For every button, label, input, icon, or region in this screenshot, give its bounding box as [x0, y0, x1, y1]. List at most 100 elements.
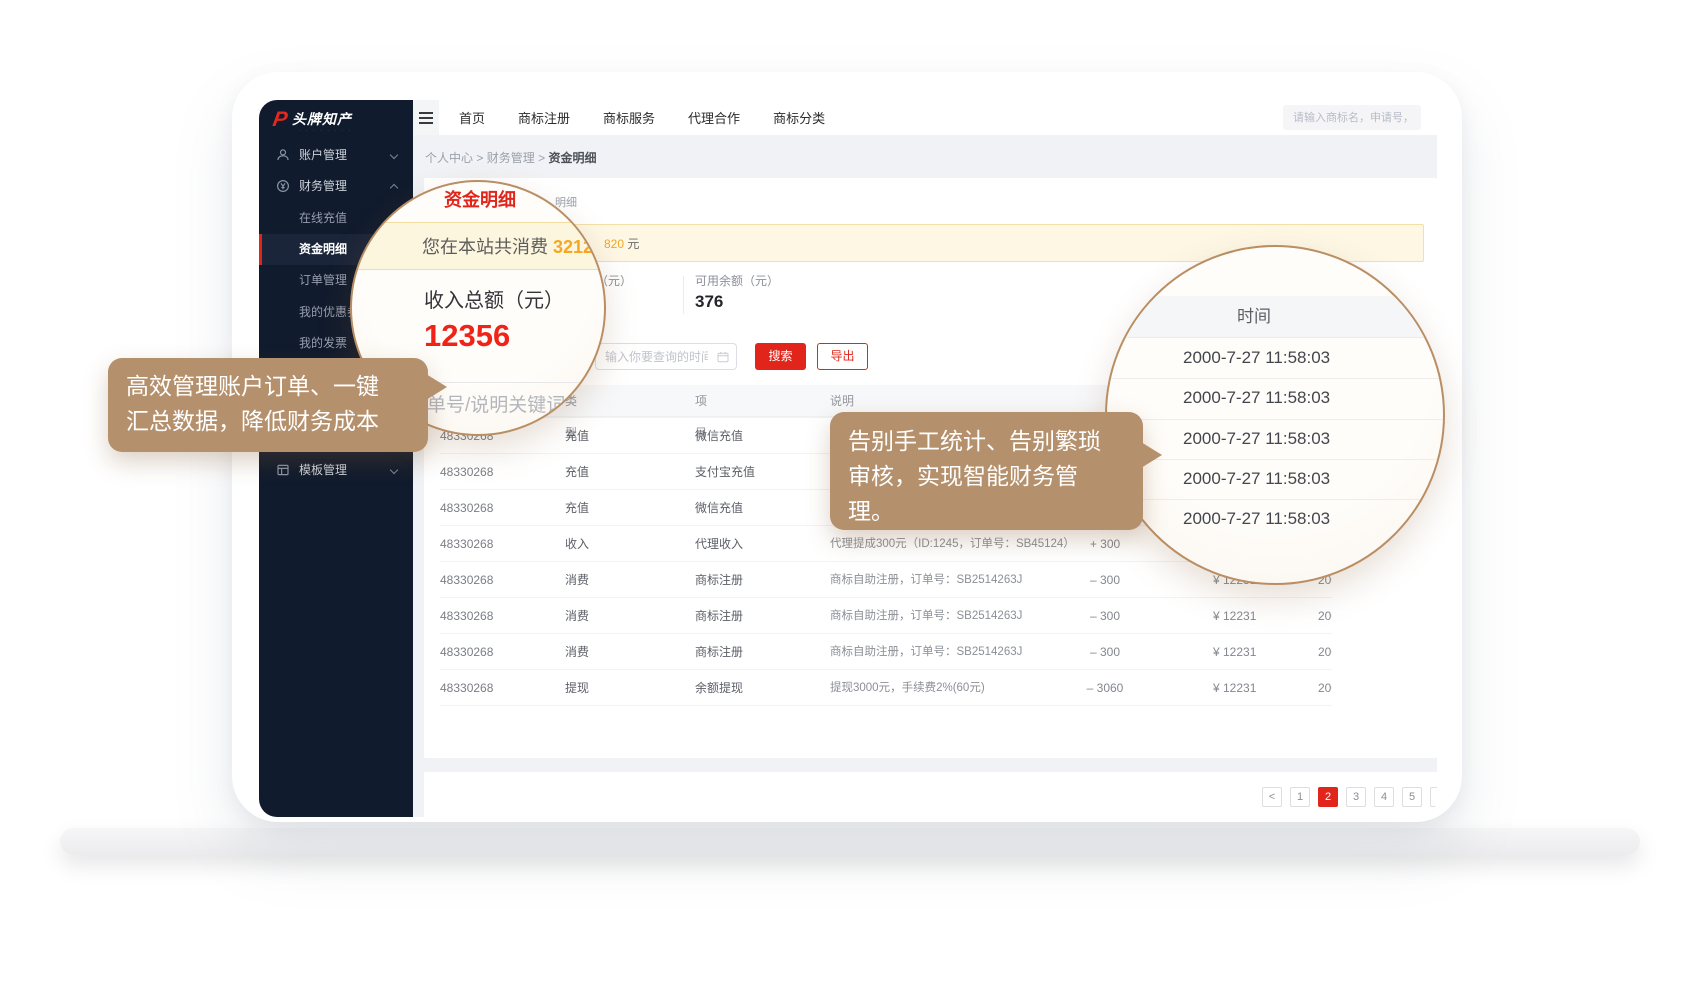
cell-item: 支付宝充值: [695, 454, 755, 490]
nav-menu: 首页 商标注册 商标服务 代理合作 商标分类: [459, 100, 825, 135]
header-item[interactable]: 项目: [695, 385, 704, 417]
cell-order: 48330268: [440, 454, 493, 490]
magnified-notice-amount: 32124: [553, 237, 603, 257]
breadcrumb-current: 资金明细: [548, 151, 596, 165]
brand-logo-icon: P: [271, 109, 289, 131]
cell-order: 48330268: [440, 634, 493, 670]
sidebar-item-label: 在线充值: [299, 203, 347, 234]
hamburger-icon: [419, 112, 433, 127]
callout-left-line2: 汇总数据，降低财务成本: [126, 404, 410, 439]
cell-desc: 商标自助注册，订单号：SB2514263J: [830, 598, 1022, 634]
finance-icon: [276, 179, 290, 193]
cell-desc: 提现3000元，手续费2%(60元): [830, 670, 985, 706]
sidebar-item-label: 账户管理: [299, 140, 347, 171]
cell-item: 代理收入: [695, 526, 743, 562]
cell-item: 微信充值: [695, 490, 743, 526]
nav-item-tm-services[interactable]: 商标服务: [603, 108, 655, 127]
callout-right-line1: 告别手工统计、告别繁琐: [848, 424, 1125, 459]
cell-item: 商标注册: [695, 634, 743, 670]
callout-right-line2: 审核，实现智能财务管: [848, 459, 1125, 494]
cell-time: 2000-7-27 11:58:03: [1318, 598, 1332, 634]
cell-type: 消费: [565, 562, 589, 598]
menu-toggle[interactable]: [413, 100, 439, 135]
notice-amount: 820: [604, 237, 624, 251]
nav-item-agency[interactable]: 代理合作: [688, 108, 740, 127]
breadcrumb-home[interactable]: 个人中心: [425, 151, 473, 165]
page-button-2-active[interactable]: 2: [1318, 787, 1338, 807]
breadcrumb-sep: >: [476, 151, 483, 165]
nav-item-tm-classes[interactable]: 商标分类: [773, 108, 825, 127]
cell-order: 48330268: [440, 598, 493, 634]
cell-type: 收入: [565, 526, 589, 562]
cell-order: 48330268: [440, 562, 493, 598]
table-row: 48330268 消费 商标注册 商标自助注册，订单号：SB2514263J –…: [440, 597, 1332, 633]
cell-amount: – 3060: [1070, 670, 1140, 706]
export-button[interactable]: 导出: [817, 343, 868, 370]
page-next-button[interactable]: >: [1430, 787, 1437, 807]
balance-value: 376: [695, 292, 723, 312]
sidebar-item-finance[interactable]: 财务管理: [259, 171, 413, 202]
sidebar-item-label: 资金明细: [299, 234, 347, 265]
nav-item-tm-register[interactable]: 商标注册: [518, 108, 570, 127]
breadcrumb-finance[interactable]: 财务管理: [487, 151, 535, 165]
table-row: 48330268 消费 商标注册 商标自助注册，订单号：SB2514263J –…: [440, 633, 1332, 669]
cell-order: 48330268: [440, 526, 493, 562]
sidebar-item-templates[interactable]: 模板管理: [259, 455, 413, 486]
cell-balance: ¥ 12231: [1213, 598, 1256, 634]
notice-text-fragment: 820 元: [604, 225, 639, 263]
stat-divider: [683, 276, 684, 314]
sidebar-item-label: 我的发票: [299, 328, 347, 359]
cell-type: 提现: [565, 670, 589, 706]
sidebar-item-label: 模板管理: [299, 455, 347, 486]
page-button-1[interactable]: 1: [1290, 787, 1310, 807]
page-button-5[interactable]: 5: [1402, 787, 1422, 807]
chevron-down-icon: [390, 466, 398, 474]
cell-item: 商标注册: [695, 562, 743, 598]
cell-amount: – 300: [1070, 598, 1140, 634]
breadcrumb-sep: >: [538, 151, 545, 165]
cell-type: 消费: [565, 634, 589, 670]
cell-type: 充值: [565, 454, 589, 490]
magnified-income-label: 收入总额（元）: [424, 284, 564, 313]
top-navbar: 首页 商标注册 商标服务 代理合作 商标分类: [413, 100, 1437, 135]
callout-left: 高效管理账户订单、一键 汇总数据，降低财务成本: [108, 358, 428, 452]
magnified-tab-label: 资金明细: [444, 186, 516, 212]
brand-tagline: · · · · · · · ·: [299, 128, 352, 134]
cell-balance: ¥ 12231: [1213, 670, 1256, 706]
chevron-up-icon: [390, 184, 398, 192]
sidebar-item-label: 财务管理: [299, 171, 347, 202]
nav-item-home[interactable]: 首页: [459, 108, 485, 127]
cell-item: 微信充值: [695, 418, 743, 454]
cell-order: 48330268: [440, 670, 493, 706]
date-range-field: [595, 343, 737, 370]
page-button-3[interactable]: 3: [1346, 787, 1366, 807]
sidebar-item-account[interactable]: 账户管理: [259, 140, 413, 171]
magnifier-circle-right: 时间 2000-7-27 11:58:03 2000-7-27 11:58:03…: [1105, 245, 1445, 585]
cell-time: 2000-7-27 11:58:03: [1318, 670, 1332, 706]
cell-type: 充值: [565, 490, 589, 526]
notice-unit: 元: [624, 237, 639, 251]
magnified-time-row: 2000-7-27 11:58:03: [1107, 499, 1445, 539]
cell-item: 商标注册: [695, 598, 743, 634]
pagination-bar: < 1 2 3 4 5 >: [424, 772, 1437, 817]
page-prev-button[interactable]: <: [1262, 787, 1282, 807]
callout-right: 告别手工统计、告别繁琐 审核，实现智能财务管 理。: [830, 412, 1143, 530]
cell-balance: ¥ 12231: [1213, 634, 1256, 670]
cell-time: 2000-7-27 11:58:03: [1318, 634, 1332, 670]
table-bottom-line: [440, 705, 1332, 706]
cell-amount: – 300: [1070, 562, 1140, 598]
search-button[interactable]: 搜索: [755, 343, 806, 370]
search-input[interactable]: [1283, 105, 1421, 130]
magnified-time-header: 时间: [1107, 296, 1445, 338]
sidebar-item-label: 订单管理: [299, 265, 347, 296]
cell-type: 消费: [565, 598, 589, 634]
user-icon: [276, 148, 290, 162]
callout-left-line1: 高效管理账户订单、一键: [126, 369, 410, 404]
callout-arrow-icon: [426, 374, 447, 400]
page-button-4[interactable]: 4: [1374, 787, 1394, 807]
pagination: < 1 2 3 4 5 >: [1262, 787, 1437, 809]
calendar-icon: [717, 351, 729, 363]
date-input[interactable]: [596, 344, 708, 369]
magnified-time-header-label: 时间: [1237, 296, 1271, 338]
sidebar: P 头牌知产 · · · · · · · · 账户管理 财务管理 在线充值 资金…: [259, 100, 413, 817]
